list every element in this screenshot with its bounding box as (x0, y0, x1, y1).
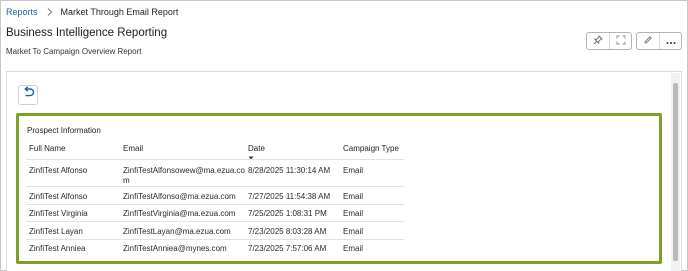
row-divider (26, 239, 404, 240)
back-button[interactable] (18, 85, 38, 105)
fullscreen-icon (616, 32, 626, 50)
edit-toolbar (636, 32, 682, 50)
cell-date: 7/25/2025 1:08:31 PM (248, 209, 327, 218)
fullscreen-button[interactable] (609, 33, 631, 49)
pin-icon (593, 32, 603, 50)
cell-date: 7/23/2025 7:57:06 AM (248, 244, 327, 253)
column-header-email[interactable]: Email (123, 144, 143, 153)
cell-email: ZinfiTestLayan@ma.ezua.com (123, 227, 231, 236)
view-toolbar (586, 32, 632, 50)
cell-campaign-type: Email (343, 227, 364, 236)
cell-full-name: ZinfiTest Virginia (29, 209, 88, 218)
header-divider (26, 159, 404, 160)
column-header-date[interactable]: Date (248, 144, 265, 160)
cell-full-name: ZinfiTest Anniea (29, 244, 86, 253)
breadcrumb-current: Market Through Email Report (60, 7, 179, 17)
edit-icon (643, 32, 653, 50)
column-header-campaign-type[interactable]: Campaign Type (343, 144, 399, 153)
pin-button[interactable] (587, 33, 609, 49)
row-divider (26, 186, 404, 187)
row-divider (26, 204, 404, 205)
cell-full-name: ZinfiTest Layan (29, 227, 83, 236)
chevron-right-icon (47, 8, 53, 16)
page-title: Business Intelligence Reporting (6, 27, 168, 39)
cell-email: ZinfiTestAlfonsowew@ma.ezua.co (123, 166, 245, 175)
column-header-full-name[interactable]: Full Name (29, 144, 65, 153)
cell-campaign-type: Email (343, 244, 364, 253)
scrollbar-thumb[interactable] (673, 83, 678, 261)
more-options-button[interactable] (659, 33, 681, 49)
cell-date: 8/28/2025 11:30:14 AM (248, 166, 331, 175)
vertical-scrollbar[interactable] (671, 73, 680, 271)
column-header-date-label: Date (248, 144, 265, 153)
breadcrumb-reports-link[interactable]: Reports (6, 7, 38, 17)
prospect-info-highlight (16, 113, 662, 264)
cell-email: ZinfiTestAlfonso@ma.ezua.com (123, 192, 236, 201)
row-divider (26, 221, 404, 222)
more-icon (666, 32, 676, 50)
cell-full-name: ZinfiTest Alfonso (29, 166, 88, 175)
cell-campaign-type: Email (343, 166, 364, 175)
cell-email-wrap: m (123, 176, 130, 185)
cell-email: ZinfiTestVirginia@ma.ezua.com (123, 209, 236, 218)
cell-date: 7/27/2025 11:54:38 AM (248, 192, 331, 201)
undo-arrow-icon (22, 86, 35, 104)
cell-date: 7/23/2025 8:03:28 AM (248, 227, 327, 236)
cell-campaign-type: Email (343, 192, 364, 201)
edit-button[interactable] (637, 33, 659, 49)
breadcrumb: Reports Market Through Email Report (6, 7, 178, 17)
cell-full-name: ZinfiTest Alfonso (29, 192, 88, 201)
sort-descending-icon (248, 153, 254, 162)
section-title: Prospect Information (27, 126, 101, 135)
page-subtitle: Market To Campaign Overview Report (6, 47, 142, 56)
cell-email: ZinfiTestAnniea@mynes.com (123, 244, 227, 253)
cell-campaign-type: Email (343, 209, 364, 218)
